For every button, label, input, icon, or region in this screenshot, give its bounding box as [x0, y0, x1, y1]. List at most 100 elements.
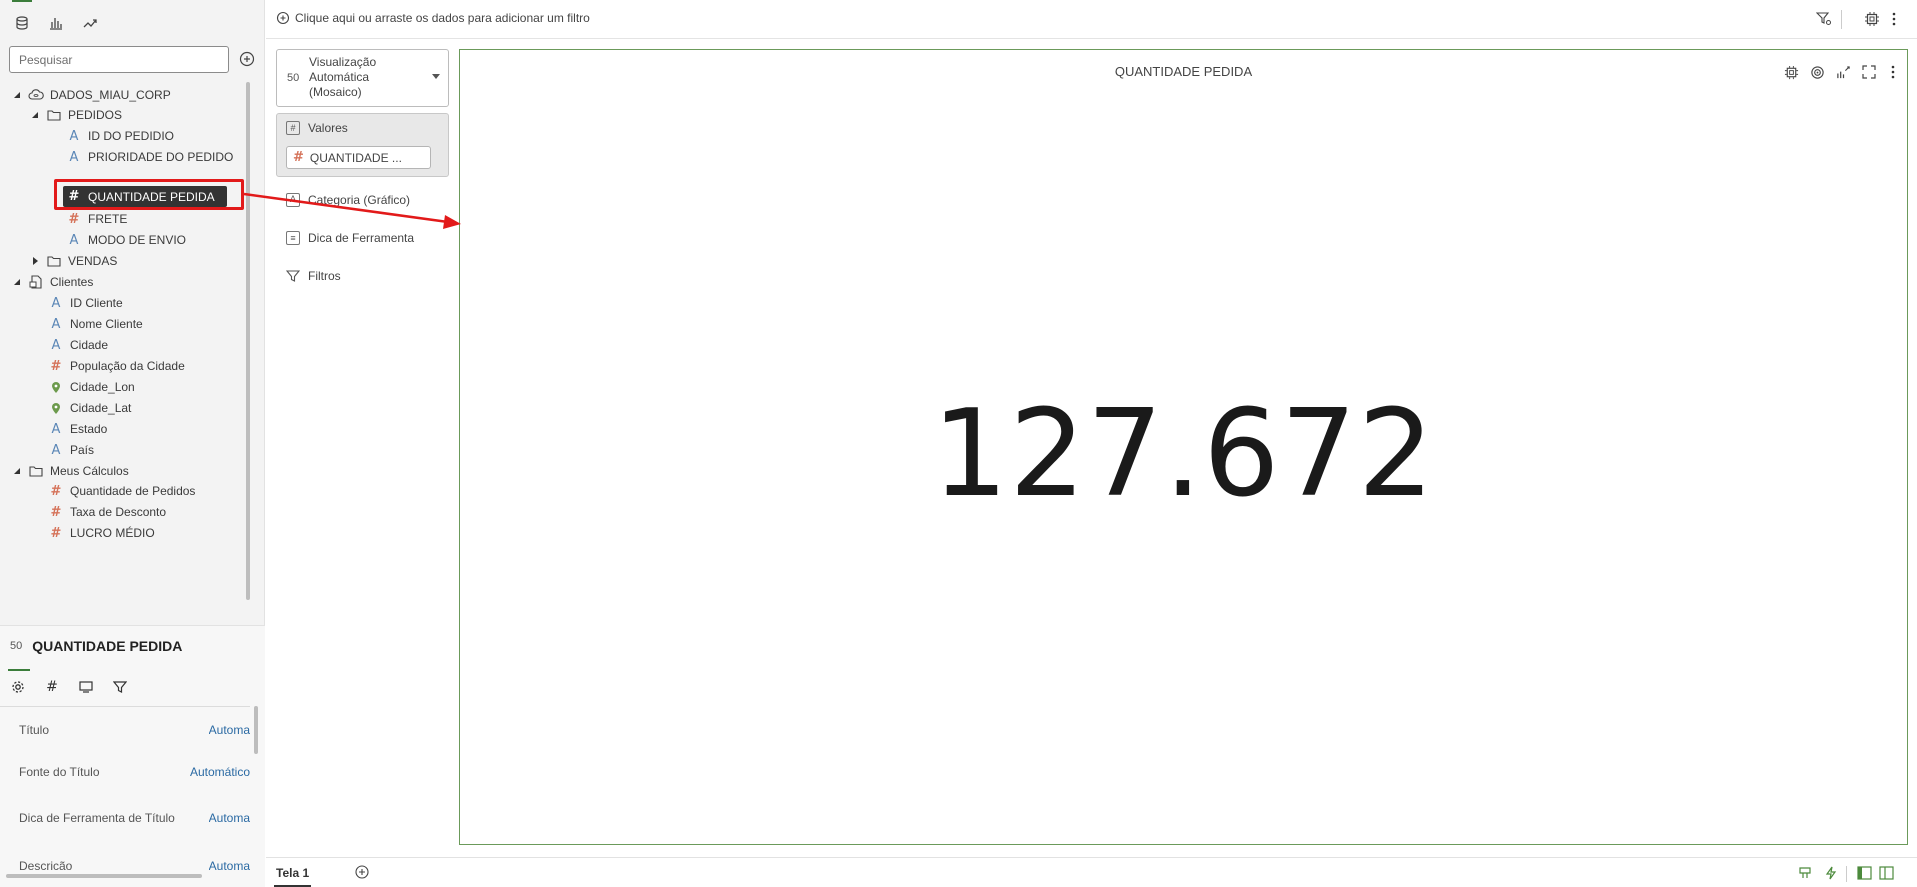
tree-item[interactable]: A ID Cliente: [48, 292, 123, 314]
properties-hscrollbar[interactable]: [6, 874, 202, 878]
property-row-fonte-titulo[interactable]: Fonte do Título Automático: [0, 762, 250, 784]
filters-dropzone[interactable]: Filtros: [286, 269, 341, 283]
tree-label: País: [70, 443, 95, 457]
visualizations-tab[interactable]: [45, 12, 67, 34]
tree-label: Taxa de Desconto: [70, 505, 167, 519]
analytics-tab[interactable]: [79, 12, 101, 34]
location-pin-icon: [48, 400, 64, 416]
panel-left-icon: [1856, 866, 1872, 880]
collapse-icon[interactable]: [12, 466, 22, 476]
maximize-button[interactable]: [1860, 63, 1878, 81]
tab-tela-1[interactable]: Tela 1: [273, 866, 312, 887]
tree-item[interactable]: A Nome Cliente: [48, 313, 143, 335]
more-options-button[interactable]: [1884, 9, 1904, 29]
toggle-grammar-panel-button[interactable]: [1878, 865, 1894, 881]
gear-icon: [12, 681, 24, 693]
properties-title-text: QUANTIDADE PEDIDA: [32, 638, 183, 654]
measure-icon: #: [50, 525, 62, 541]
expand-icon[interactable]: [30, 256, 40, 266]
property-value[interactable]: Automa: [209, 723, 250, 737]
collapse-icon[interactable]: [12, 90, 22, 100]
measure-icon: #: [68, 211, 80, 227]
collapse-icon[interactable]: [30, 110, 40, 120]
narrate-button[interactable]: [1797, 865, 1813, 881]
tree-label: MODO DE ENVIO: [88, 233, 187, 247]
filter-settings-button[interactable]: [1814, 9, 1834, 29]
tree-item[interactable]: A Cidade: [48, 334, 108, 356]
search-input[interactable]: [9, 46, 229, 73]
text-attribute-icon: A: [51, 442, 61, 458]
tree-item[interactable]: # População da Cidade: [48, 355, 185, 377]
tree-item[interactable]: # Quantidade de Pedidos: [48, 480, 196, 502]
auto-apply-button[interactable]: [1862, 9, 1882, 29]
tree-item[interactable]: A PRIORIDADE DO PEDIDO: [66, 146, 234, 168]
property-value[interactable]: Automa: [209, 811, 250, 825]
tree-label: PRIORIDADE DO PEDIDO: [88, 150, 234, 164]
data-panel-tabs: [0, 0, 265, 40]
trend-icon: [83, 19, 97, 28]
tree-item[interactable]: # LUCRO MÉDIO: [48, 522, 155, 544]
measure-icon: #: [50, 504, 62, 520]
add-dataset-icon[interactable]: [238, 50, 256, 68]
tree-item[interactable]: A MODO DE ENVIO: [66, 229, 186, 251]
visualization-type-selector[interactable]: 50 Visualização Automática (Mosaico): [276, 49, 449, 107]
location-pin-icon: [48, 379, 64, 395]
presentation-tab[interactable]: [76, 676, 96, 698]
tree-item[interactable]: A País: [48, 439, 94, 461]
tile-icon: 50: [287, 72, 300, 84]
visualization-canvas[interactable]: QUANTIDADE PEDIDA 127.672: [459, 49, 1908, 845]
property-value[interactable]: Automa: [209, 859, 250, 870]
tree-item[interactable]: # FRETE: [66, 208, 128, 230]
tree-node-vendas[interactable]: VENDAS: [30, 250, 117, 272]
data-tab[interactable]: [11, 0, 33, 34]
hash-box-icon: #: [286, 121, 300, 135]
filter-icon: [286, 270, 300, 282]
category-dropzone[interactable]: A Categoria (Gráfico): [286, 193, 410, 207]
panel-split-icon: [1878, 866, 1894, 880]
auto-insights-button[interactable]: [1823, 865, 1839, 881]
properties-scrollbar[interactable]: [254, 706, 258, 754]
tree-item[interactable]: Cidade_Lat: [48, 397, 131, 419]
explain-button[interactable]: [1834, 63, 1852, 81]
tree-label: ID Cliente: [70, 296, 123, 310]
values-tab[interactable]: #: [42, 676, 62, 698]
text-attribute-icon: A: [69, 128, 79, 144]
tree-node-root[interactable]: DADOS_MIAU_CORP: [12, 84, 171, 106]
tree-item[interactable]: A ID DO PEDIDIO: [66, 125, 174, 147]
text-attribute-icon: A: [51, 337, 61, 353]
tooltip-dropzone[interactable]: ≡ Dica de Ferramenta: [286, 231, 414, 245]
tree-node-clientes[interactable]: Clientes: [12, 271, 93, 293]
values-pill-label: QUANTIDADE ...: [309, 150, 402, 165]
divider: [0, 706, 250, 707]
tree-item[interactable]: A Estado: [48, 418, 108, 440]
target-button[interactable]: [1808, 63, 1826, 81]
data-panel: DADOS_MIAU_CORP PEDIDOS A ID DO PEDIDIO …: [0, 0, 265, 887]
property-row-dica-titulo[interactable]: Dica de Ferramenta de Título Automa: [0, 808, 250, 830]
divider: [1841, 10, 1842, 29]
auto-refresh-button[interactable]: [1782, 63, 1800, 81]
values-section: # Valores: [286, 121, 348, 135]
tree-label: FRETE: [88, 212, 128, 226]
general-tab[interactable]: [8, 669, 30, 698]
expand-icon: [1862, 65, 1876, 79]
add-canvas-icon[interactable]: [354, 864, 370, 880]
property-value[interactable]: Automático: [190, 765, 250, 779]
tree-item[interactable]: Cidade_Lon: [48, 376, 135, 398]
tree-scrollbar[interactable]: [246, 82, 250, 600]
folder-icon: [46, 253, 62, 269]
tree-label: Estado: [70, 422, 108, 436]
toggle-left-panel-button[interactable]: [1856, 865, 1872, 881]
property-row-titulo[interactable]: Título Automa: [0, 720, 250, 742]
tree-node-calculos[interactable]: Meus Cálculos: [12, 460, 129, 482]
viz-menu-button[interactable]: [1884, 63, 1902, 81]
filters-tab[interactable]: [110, 676, 130, 698]
add-filter-button[interactable]: Clique aqui ou arraste os dados para adi…: [276, 11, 590, 25]
property-row-descricao[interactable]: Descrição Automa: [0, 856, 250, 870]
tree-node-pedidos[interactable]: PEDIDOS: [30, 104, 122, 126]
values-pill[interactable]: # QUANTIDADE ...: [286, 146, 431, 169]
tree-item[interactable]: # Taxa de Desconto: [48, 501, 167, 523]
measure-icon: #: [50, 358, 62, 374]
data-tree: DADOS_MIAU_CORP PEDIDOS A ID DO PEDIDIO …: [0, 82, 250, 622]
collapse-icon[interactable]: [12, 277, 22, 287]
tree-label: VENDAS: [68, 254, 118, 268]
